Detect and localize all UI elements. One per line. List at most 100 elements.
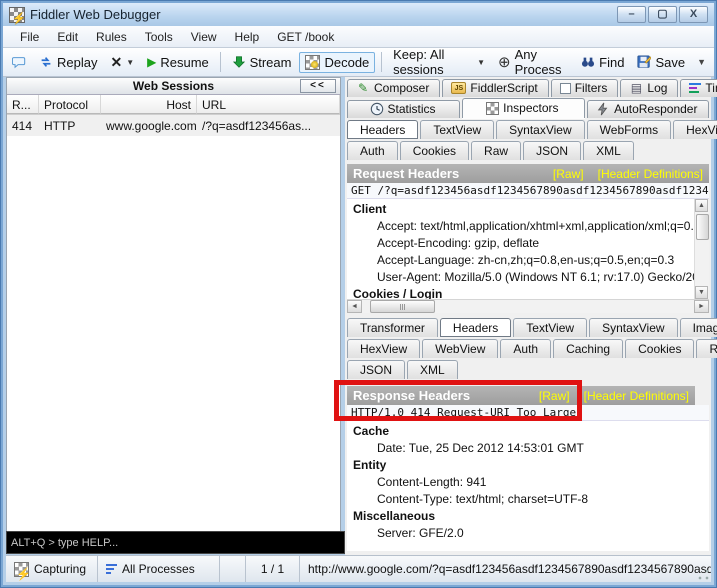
request-headers-tree[interactable]: Client Accept: text/html,application/xht… <box>347 199 709 299</box>
menu-edit[interactable]: Edit <box>48 28 87 46</box>
menu-tools[interactable]: Tools <box>136 28 182 46</box>
header-group[interactable]: Entity <box>353 457 709 474</box>
tab-filters[interactable]: Filters <box>551 79 619 97</box>
menu-get-book[interactable]: GET /book <box>268 28 343 46</box>
response-tab-caching[interactable]: Caching <box>553 339 623 358</box>
header-group[interactable]: Cookies / Login <box>353 286 709 299</box>
capturing-toggle[interactable]: ⚡ Capturing <box>6 556 98 582</box>
remove-sessions-button[interactable]: ✕ ▼ <box>105 52 139 73</box>
header-item[interactable]: User-Agent: Mozilla/5.0 (Windows NT 6.1;… <box>353 269 709 286</box>
toolbar-overflow-button[interactable]: ▼ <box>693 57 710 67</box>
request-tree-horizontal-scrollbar[interactable]: ◄ ► <box>347 299 709 313</box>
header-item[interactable]: Accept-Language: zh-cn,zh;q=0.8,en-us;q=… <box>353 252 709 269</box>
request-tab-webforms[interactable]: WebForms <box>587 120 671 139</box>
request-tab-syntaxview[interactable]: SyntaxView <box>496 120 584 139</box>
sessions-list-area[interactable] <box>7 137 340 537</box>
response-tab-hexview[interactable]: HexView <box>347 339 420 358</box>
tab-fiddlerscript[interactable]: JS FiddlerScript <box>442 79 548 97</box>
request-tree-vertical-scrollbar[interactable]: ▲ ▼ <box>694 199 709 299</box>
response-headers-tree[interactable]: Cache Date: Tue, 25 Dec 2012 14:53:01 GM… <box>347 421 709 551</box>
quickexec-input[interactable]: ALT+Q > type HELP... <box>6 531 345 554</box>
header-group[interactable]: Client <box>353 201 709 218</box>
collapse-pane-button[interactable]: << <box>300 79 336 93</box>
request-tab-auth[interactable]: Auth <box>347 141 398 160</box>
request-tab-textview[interactable]: TextView <box>420 120 494 139</box>
tab-composer[interactable]: ✎ Composer <box>347 79 440 97</box>
column-header-url[interactable]: URL <box>197 95 340 114</box>
column-header-host[interactable]: Host <box>101 95 197 114</box>
response-tab-xml[interactable]: XML <box>407 360 458 379</box>
header-group[interactable]: Cache <box>353 423 709 440</box>
tab-inspectors[interactable]: Inspectors <box>462 98 584 118</box>
scroll-left-arrow-icon[interactable]: ◄ <box>347 300 362 313</box>
request-tab-json[interactable]: JSON <box>523 141 581 160</box>
tab-log[interactable]: ▤ Log <box>620 79 678 97</box>
request-tab-hexview[interactable]: HexView <box>673 120 717 139</box>
session-row[interactable]: 414 HTTP www.google.com /?q=asdf123456as… <box>7 115 340 136</box>
any-process-button[interactable]: ⊕ Any Process <box>493 45 573 79</box>
menu-rules[interactable]: Rules <box>87 28 136 46</box>
replay-button[interactable]: Replay <box>34 53 102 72</box>
response-tab-raw[interactable]: Raw <box>696 339 717 358</box>
close-button[interactable]: X <box>679 6 708 23</box>
response-headers-title: Response Headers <box>353 388 525 403</box>
request-line[interactable]: GET /?q=asdf123456asdf1234567890asdf1234… <box>347 183 709 199</box>
toolbar-separator <box>381 52 382 72</box>
status-bar: ⚡ Capturing All Processes 1 / 1 http://w… <box>6 555 711 582</box>
response-tab-transformer[interactable]: Transformer <box>347 318 438 337</box>
title-bar[interactable]: ⚡ Fiddler Web Debugger – ▢ X <box>3 3 714 26</box>
tab-statistics[interactable]: Statistics <box>347 100 460 118</box>
response-tab-webview[interactable]: WebView <box>422 339 498 358</box>
tab-autoresponder[interactable]: AutoResponder <box>587 100 709 118</box>
request-raw-link[interactable]: [Raw] <box>553 167 584 181</box>
stream-button[interactable]: Stream <box>227 53 297 72</box>
scrollbar-thumb[interactable] <box>696 214 709 240</box>
column-header-result[interactable]: R... <box>7 95 39 114</box>
scrollbar-thumb[interactable] <box>370 300 435 313</box>
request-tab-cookies[interactable]: Cookies <box>400 141 469 160</box>
maximize-button[interactable]: ▢ <box>648 6 677 23</box>
response-tab-textview[interactable]: TextView <box>513 318 587 337</box>
response-tab-headers[interactable]: Headers <box>440 318 511 337</box>
keep-sessions-dropdown[interactable]: Keep: All sessions ▼ <box>388 45 490 79</box>
process-filter-toggle[interactable]: All Processes <box>98 556 220 582</box>
header-item[interactable]: Accept: text/html,application/xhtml+xml,… <box>353 218 709 235</box>
column-header-protocol[interactable]: Protocol <box>39 95 101 114</box>
header-item[interactable]: Content-Type: text/html; charset=UTF-8 <box>353 491 709 508</box>
scroll-up-arrow-icon[interactable]: ▲ <box>695 199 708 212</box>
header-item[interactable]: Server: GFE/2.0 <box>353 525 709 542</box>
menu-file[interactable]: File <box>11 28 48 46</box>
response-tab-cookies[interactable]: Cookies <box>625 339 694 358</box>
save-button[interactable]: Save <box>632 53 690 72</box>
decode-toggle-button[interactable]: Decode <box>299 52 375 73</box>
resize-grip[interactable] <box>697 568 710 581</box>
tab-timeline[interactable]: Timeline <box>680 79 717 97</box>
response-status-line[interactable]: HTTP/1.0 414 Request-URI Too Large <box>347 405 709 421</box>
header-item[interactable]: Date: Tue, 25 Dec 2012 14:53:01 GMT <box>353 440 709 457</box>
minimize-button[interactable]: – <box>617 6 646 23</box>
play-icon: ▶ <box>147 55 156 69</box>
response-header-definitions-link[interactable]: [Header Definitions] <box>584 389 689 403</box>
response-tab-auth[interactable]: Auth <box>500 339 551 358</box>
header-item[interactable]: Accept-Encoding: gzip, deflate <box>353 235 709 252</box>
request-tab-headers[interactable]: Headers <box>347 120 418 139</box>
scroll-down-arrow-icon[interactable]: ▼ <box>695 286 708 299</box>
comment-button[interactable] <box>7 53 31 71</box>
find-button[interactable]: Find <box>576 53 629 72</box>
menu-help[interactable]: Help <box>226 28 269 46</box>
session-result: 414 <box>7 119 39 133</box>
resume-button[interactable]: ▶ Resume <box>142 53 214 72</box>
request-tab-xml[interactable]: XML <box>583 141 634 160</box>
response-tab-json[interactable]: JSON <box>347 360 405 379</box>
stream-arrow-icon <box>232 55 246 69</box>
header-item[interactable]: Content-Length: 941 <box>353 474 709 491</box>
request-header-definitions-link[interactable]: [Header Definitions] <box>598 167 703 181</box>
request-tab-raw[interactable]: Raw <box>471 141 521 160</box>
status-url[interactable]: http://www.google.com/?q=asdf123456asdf1… <box>300 556 711 582</box>
menu-view[interactable]: View <box>182 28 226 46</box>
header-group[interactable]: Miscellaneous <box>353 508 709 525</box>
response-raw-link[interactable]: [Raw] <box>539 389 570 403</box>
response-tab-imageview[interactable]: ImageView <box>680 318 717 337</box>
response-tab-syntaxview[interactable]: SyntaxView <box>589 318 677 337</box>
scroll-right-arrow-icon[interactable]: ► <box>694 300 709 313</box>
